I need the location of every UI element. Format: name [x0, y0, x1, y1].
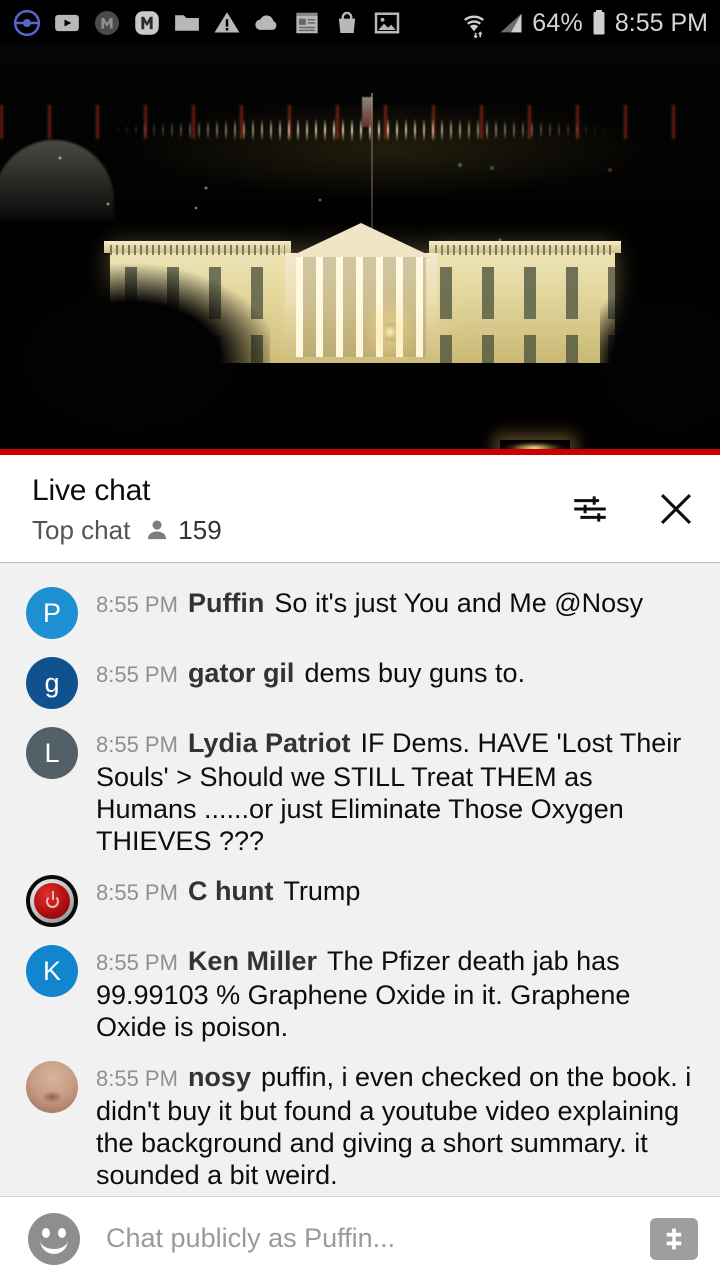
right-upper-windows: [440, 267, 615, 319]
video-player[interactable]: [0, 45, 720, 455]
message-body: 8:55 PM C hunt Trump: [96, 873, 360, 909]
clock-label: 8:55 PM: [614, 8, 708, 37]
message-author[interactable]: Puffin: [188, 588, 264, 618]
right-tree: [600, 277, 720, 455]
message-author[interactable]: C hunt: [188, 876, 273, 906]
chat-message[interactable]: 8:55 PM C hunt Trump: [0, 865, 720, 935]
wifi-icon: [464, 15, 485, 38]
message-body: 8:55 PM nosy puffin, i even checked on the…: [96, 1059, 696, 1191]
close-chat-button[interactable]: [654, 487, 698, 531]
status-bar-notification-icons: [12, 8, 402, 38]
message-body: 8:55 PM Lydia Patriot IF Dems. HAVE 'Lost …: [96, 725, 696, 857]
message-body: 8:55 PM Ken Miller The Pfizer death jab ha…: [96, 943, 696, 1043]
warning-icon: [214, 11, 240, 32]
message-body: 8:55 PM gator gil dems buy guns to.: [96, 655, 525, 691]
message-author[interactable]: nosy: [188, 1062, 251, 1092]
battery-percent-label: 64%: [532, 8, 583, 37]
message-body: 8:55 PM Puffin So it's just You and Me @No…: [96, 585, 643, 621]
emoji-smiley-icon[interactable]: [28, 1212, 80, 1265]
avatar[interactable]: K: [26, 945, 78, 997]
chat-header-subrow: Top chat 159: [32, 514, 222, 546]
message-text: So it's just You and Me @Nosy: [274, 588, 644, 618]
message-text: puffin, i even checked on the book. i di…: [96, 1062, 692, 1190]
cloud-icon: [255, 14, 277, 30]
chat-header-actions: [568, 487, 698, 531]
avatar[interactable]: P: [26, 587, 78, 639]
avatar-letter: g: [44, 668, 60, 698]
portico-columns: [296, 257, 426, 357]
portico-pediment: [285, 223, 437, 259]
viewer-count-label: 159: [178, 514, 222, 545]
right-balustrade: [435, 245, 615, 255]
avatar[interactable]: [26, 1061, 78, 1113]
live-chat-header: Live chat Top chat 159: [0, 455, 720, 563]
chat-message[interactable]: L 8:55 PM Lydia Patriot IF Dems. HAVE 'Los…: [0, 717, 720, 865]
chat-message[interactable]: g 8:55 PM gator gil dems buy guns to.: [0, 647, 720, 717]
avatar[interactable]: [26, 875, 78, 927]
status-bar-system-icons: 64% 8:55 PM: [458, 8, 708, 38]
superchat-button[interactable]: [650, 1217, 698, 1260]
viewer-count-group: 159: [144, 514, 222, 546]
message-timestamp: 8:55 PM: [96, 880, 178, 905]
chat-settings-button[interactable]: [568, 487, 612, 531]
m-dark-icon: [95, 10, 119, 35]
flag: [362, 97, 372, 127]
dollar-superchat-icon: [666, 1228, 682, 1249]
message-author[interactable]: Ken Miller: [188, 946, 317, 976]
avatar[interactable]: g: [26, 657, 78, 709]
pokeball-icon: [13, 9, 41, 36]
chat-message[interactable]: K 8:55 PM Ken Miller The Pfizer death jab …: [0, 935, 720, 1051]
message-timestamp: 8:55 PM: [96, 592, 178, 617]
avatar-letter: K: [42, 956, 61, 986]
shopping-bag-icon: [338, 11, 356, 33]
status-bar: 64% 8:55 PM: [0, 0, 720, 45]
chat-input-field[interactable]: Chat publicly as Puffin...: [106, 1223, 650, 1254]
live-chat-title: Live chat: [32, 473, 151, 507]
left-balustrade: [110, 245, 285, 255]
notes-icon: [296, 12, 318, 33]
left-tree: [0, 263, 270, 455]
message-text: Trump: [283, 876, 361, 906]
chat-header-titles: Live chat Top chat 159: [32, 472, 222, 546]
cell-signal-icon: [500, 13, 522, 32]
avatar[interactable]: L: [26, 727, 78, 779]
portico-lamp: [385, 323, 395, 341]
message-timestamp: 8:55 PM: [96, 1066, 178, 1091]
m-light-icon: [135, 10, 159, 35]
message-author[interactable]: gator gil: [188, 658, 295, 688]
chat-input-bar[interactable]: Chat publicly as Puffin...: [0, 1196, 720, 1280]
chat-message-list[interactable]: P 8:55 PM Puffin So it's just You and Me @…: [0, 563, 720, 1196]
close-icon: [660, 493, 692, 524]
battery-icon: [593, 9, 605, 34]
chat-message[interactable]: P 8:55 PM Puffin So it's just You and Me @…: [0, 577, 720, 647]
avatar-letter: P: [42, 598, 61, 628]
avatar-letter: L: [44, 738, 60, 768]
youtube-icon: [55, 14, 79, 31]
message-timestamp: 8:55 PM: [96, 732, 178, 757]
chat-mode-label[interactable]: Top chat: [32, 514, 130, 546]
message-timestamp: 8:55 PM: [96, 662, 178, 687]
folder-icon: [175, 14, 199, 31]
chat-message[interactable]: 8:55 PM nosy puffin, i even checked on the…: [0, 1051, 720, 1196]
chat-settings-icon: [574, 495, 606, 522]
power-button-icon: [34, 883, 70, 919]
message-text: dems buy guns to.: [304, 658, 526, 688]
photos-icon: [374, 11, 400, 34]
person-icon: [148, 519, 167, 539]
message-timestamp: 8:55 PM: [96, 950, 178, 975]
message-author[interactable]: Lydia Patriot: [188, 728, 351, 758]
message-text: IF Dems. HAVE 'Lost Their Souls' > Shoul…: [96, 728, 682, 856]
